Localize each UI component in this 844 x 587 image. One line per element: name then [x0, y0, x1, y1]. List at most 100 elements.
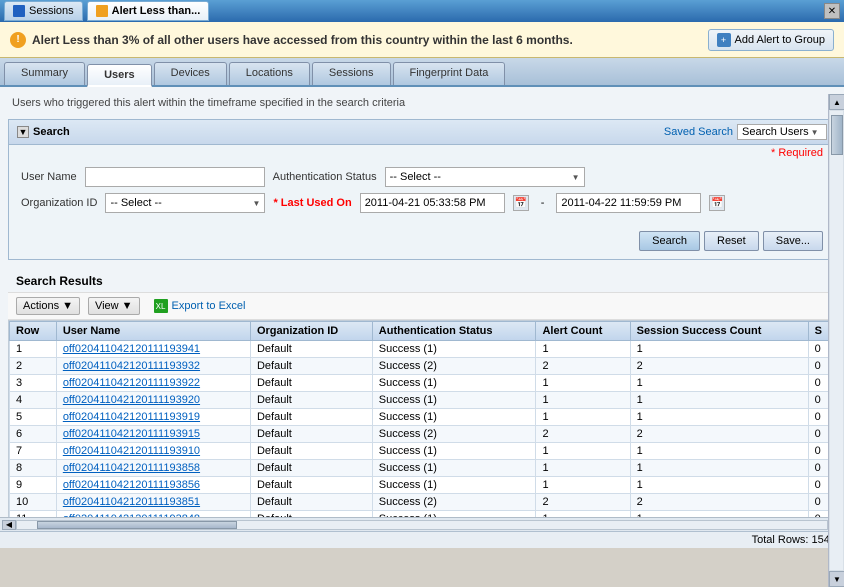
cell-username[interactable]: off020411042120111193915: [56, 426, 250, 443]
table-row[interactable]: 3 off020411042120111193922 Default Succe…: [10, 375, 835, 392]
cell-username[interactable]: off020411042120111193922: [56, 375, 250, 392]
table-row[interactable]: 11 off020411042120111193848 Default Succ…: [10, 511, 835, 518]
scroll-up-button[interactable]: ▲: [829, 94, 844, 110]
vscroll-thumb[interactable]: [831, 115, 843, 155]
results-toolbar: Actions ▼ View ▼ XL Export to Excel: [8, 293, 836, 320]
user-name-label: User Name: [21, 171, 77, 183]
date-from-calendar-icon[interactable]: 📅: [513, 195, 529, 211]
export-button[interactable]: XL Export to Excel: [148, 297, 252, 315]
tab-alert-label: Alert Less than...: [112, 5, 201, 17]
user-name-input[interactable]: [85, 167, 265, 187]
scroll-down-button[interactable]: ▼: [829, 571, 844, 587]
search-panel: ▼ Search Saved Search Search Users ▼ * R…: [8, 119, 836, 260]
cell-username[interactable]: off020411042120111193858: [56, 460, 250, 477]
table-row[interactable]: 10 off020411042120111193851 Default Succ…: [10, 494, 835, 511]
info-text: Users who triggered this alert within th…: [8, 95, 836, 111]
cell-username[interactable]: off020411042120111193851: [56, 494, 250, 511]
cell-session: 1: [630, 511, 808, 518]
alert-text-area: ! Alert Less than 3% of all other users …: [10, 32, 573, 48]
tab-sessions[interactable]: Sessions: [4, 1, 83, 21]
scroll-left-button[interactable]: ◀: [2, 520, 16, 530]
saved-search-area: Saved Search Search Users ▼: [664, 124, 827, 140]
cell-alert: 1: [536, 375, 630, 392]
tab-fingerprint[interactable]: Fingerprint Data: [393, 62, 506, 85]
table-row[interactable]: 8 off020411042120111193858 Default Succe…: [10, 460, 835, 477]
view-button[interactable]: View ▼: [88, 297, 140, 315]
table-row[interactable]: 5 off020411042120111193919 Default Succe…: [10, 409, 835, 426]
tab-alert[interactable]: Alert Less than...: [87, 1, 210, 21]
cell-row: 10: [10, 494, 57, 511]
view-arrow: ▼: [122, 300, 133, 312]
close-button[interactable]: ✕: [824, 3, 840, 19]
cell-username[interactable]: off020411042120111193941: [56, 341, 250, 358]
cell-auth: Success (1): [372, 460, 536, 477]
cell-org: Default: [250, 392, 372, 409]
vscroll-track[interactable]: [830, 111, 843, 570]
scroll-thumb[interactable]: [37, 521, 237, 529]
export-icon: XL: [154, 299, 168, 313]
main-tabs: Summary Users Devices Locations Sessions…: [0, 58, 844, 87]
required-note: * Required: [771, 147, 823, 159]
table-header-row: Row User Name Organization ID Authentica…: [10, 322, 835, 341]
cell-session: 2: [630, 426, 808, 443]
table-row[interactable]: 9 off020411042120111193856 Default Succe…: [10, 477, 835, 494]
tab-locations[interactable]: Locations: [229, 62, 310, 85]
alert-warning-icon: !: [10, 32, 26, 48]
cell-row: 1: [10, 341, 57, 358]
org-id-select[interactable]: -- Select -- ▼: [105, 193, 265, 213]
cell-auth: Success (1): [372, 375, 536, 392]
cell-auth: Success (1): [372, 443, 536, 460]
saved-search-label: Saved Search: [664, 126, 733, 138]
reset-button[interactable]: Reset: [704, 231, 759, 251]
sessions-icon: [13, 5, 25, 17]
cell-row: 7: [10, 443, 57, 460]
cell-session: 1: [630, 375, 808, 392]
date-separator: -: [537, 197, 549, 209]
table-row[interactable]: 6 off020411042120111193915 Default Succe…: [10, 426, 835, 443]
cell-alert: 2: [536, 426, 630, 443]
cell-org: Default: [250, 341, 372, 358]
cell-auth: Success (1): [372, 511, 536, 518]
results-table: Row User Name Organization ID Authentica…: [9, 321, 835, 517]
cell-username[interactable]: off020411042120111193932: [56, 358, 250, 375]
status-bar: Total Rows: 1548: [0, 531, 844, 548]
auth-status-label: Authentication Status: [273, 171, 377, 183]
date-to-calendar-icon[interactable]: 📅: [709, 195, 725, 211]
cell-session: 1: [630, 409, 808, 426]
tab-sessions[interactable]: Sessions: [312, 62, 391, 85]
date-to-input[interactable]: 2011-04-22 11:59:59 PM: [556, 193, 701, 213]
save-button[interactable]: Save...: [763, 231, 823, 251]
cell-username[interactable]: off020411042120111193920: [56, 392, 250, 409]
col-session: Session Success Count: [630, 322, 808, 341]
col-orgid: Organization ID: [250, 322, 372, 341]
auth-status-select[interactable]: -- Select -- ▼: [385, 167, 585, 187]
saved-search-select[interactable]: Search Users ▼: [737, 124, 827, 140]
tab-devices[interactable]: Devices: [154, 62, 227, 85]
collapse-button[interactable]: ▼: [17, 126, 29, 138]
scroll-track[interactable]: [16, 520, 828, 530]
table-row[interactable]: 1 off020411042120111193941 Default Succe…: [10, 341, 835, 358]
table-row[interactable]: 2 off020411042120111193932 Default Succe…: [10, 358, 835, 375]
org-id-label: Organization ID: [21, 197, 97, 209]
cell-alert: 1: [536, 477, 630, 494]
add-alert-button[interactable]: + Add Alert to Group: [708, 29, 835, 51]
vertical-scrollbar[interactable]: ▲ ▼: [828, 94, 844, 587]
cell-row: 8: [10, 460, 57, 477]
date-from-input[interactable]: 2011-04-21 05:33:58 PM: [360, 193, 505, 213]
cell-username[interactable]: off020411042120111193910: [56, 443, 250, 460]
table-row[interactable]: 7 off020411042120111193910 Default Succe…: [10, 443, 835, 460]
search-button[interactable]: Search: [639, 231, 700, 251]
horizontal-scrollbar[interactable]: ◀ ▶: [0, 517, 844, 531]
table-row[interactable]: 4 off020411042120111193920 Default Succe…: [10, 392, 835, 409]
cell-alert: 1: [536, 392, 630, 409]
tab-users[interactable]: Users: [87, 64, 152, 87]
alert-icon: [96, 5, 108, 17]
form-row-1: User Name Authentication Status -- Selec…: [21, 167, 823, 187]
cell-username[interactable]: off020411042120111193856: [56, 477, 250, 494]
results-table-wrapper[interactable]: Row User Name Organization ID Authentica…: [8, 320, 836, 517]
actions-button[interactable]: Actions ▼: [16, 297, 80, 315]
cell-username[interactable]: off020411042120111193919: [56, 409, 250, 426]
cell-session: 1: [630, 443, 808, 460]
tab-summary[interactable]: Summary: [4, 62, 85, 85]
cell-username[interactable]: off020411042120111193848: [56, 511, 250, 518]
